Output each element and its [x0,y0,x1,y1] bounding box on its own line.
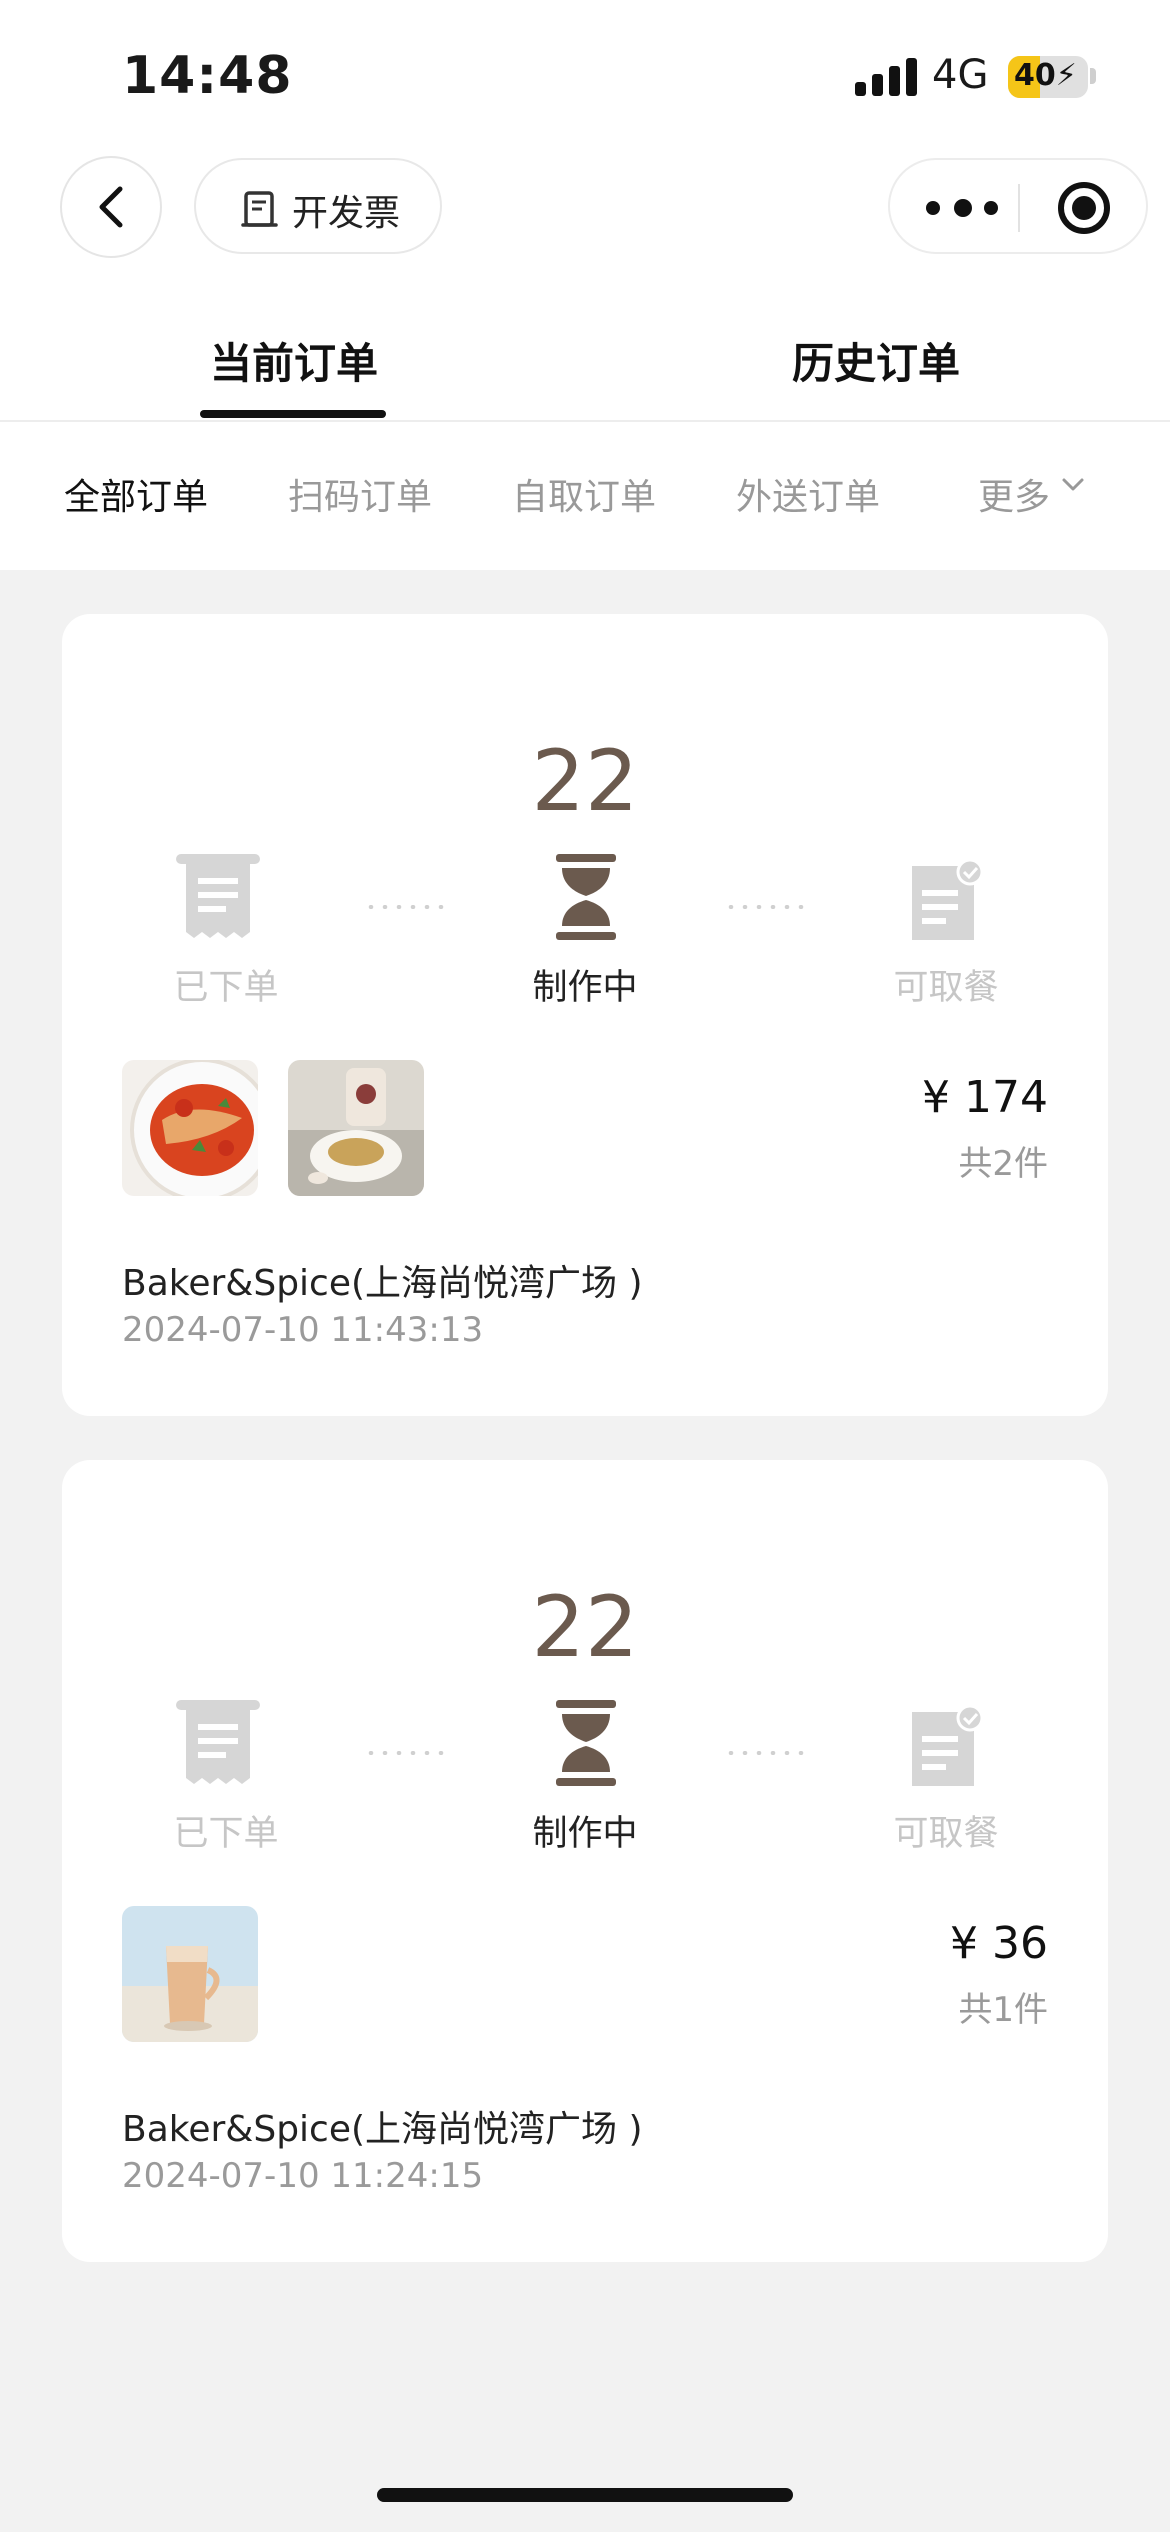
close-target-icon[interactable] [1058,182,1110,234]
progress-dots [364,905,446,909]
order-card[interactable]: 22 已下单 制作中 可取餐 ¥ 174 共2件 Baker&Spice(上海尚… [62,614,1108,1416]
filter-pickup-orders[interactable]: 自取订单 [512,468,656,520]
tab-divider [0,420,1170,422]
iced-latte-image [122,1906,258,2042]
order-time: 2024-07-10 11:43:13 [122,1310,484,1350]
more-dots-icon[interactable] [926,186,1022,230]
invoice-icon [241,191,278,227]
progress-dots [364,1751,446,1755]
order-number: 22 [531,732,639,830]
ready-document-icon [912,1706,984,1786]
filter-more[interactable]: 更多 [978,468,1050,520]
order-price: ¥ 174 [922,1072,1048,1123]
pasta-dish-image [122,1060,258,1196]
step-ready: 可取餐 [893,968,999,1008]
item-count: 共1件 [958,1990,1048,2030]
step-preparing: 制作中 [532,968,638,1008]
step-ordered: 已下单 [173,1814,279,1854]
store-name: Baker&Spice(上海尚悦湾广场 ) [122,1263,643,1304]
filter-delivery-orders[interactable]: 外送订单 [736,468,880,520]
receipt-icon [176,1700,260,1784]
battery-icon: 40⚡ [1008,56,1088,98]
invoice-button[interactable]: 开发票 [194,158,442,254]
step-ready: 可取餐 [893,1814,999,1854]
step-ordered: 已下单 [173,968,279,1008]
order-number: 22 [531,1578,639,1676]
tab-current-orders[interactable]: 当前订单 [210,330,378,391]
status-time: 14:48 [122,46,293,106]
network-type: 4G [932,52,989,98]
drink-and-plate-image [288,1060,424,1196]
item-count: 共2件 [958,1144,1048,1184]
battery-nub [1090,68,1096,84]
progress-dots [724,1751,806,1755]
filter-all-orders[interactable]: 全部订单 [64,468,208,520]
tab-history-orders[interactable]: 历史订单 [792,330,960,391]
chevron-down-icon [1062,478,1084,491]
progress-dots [724,905,806,909]
signal-icon [855,58,917,96]
home-indicator[interactable] [377,2488,793,2502]
order-price: ¥ 36 [950,1918,1048,1969]
invoice-label: 开发票 [292,193,401,234]
capsule-divider [1018,184,1020,232]
order-card[interactable]: 22 已下单 制作中 可取餐 ¥ 36 共1件 Baker&Spice(上海尚悦… [62,1460,1108,2262]
tab-active-indicator [200,410,386,418]
receipt-icon [176,854,260,938]
filter-scan-orders[interactable]: 扫码订单 [288,468,432,520]
hourglass-icon [556,1700,616,1786]
back-arrow-icon [99,186,123,228]
battery-level: 40⚡ [1014,58,1077,93]
store-name: Baker&Spice(上海尚悦湾广场 ) [122,2109,643,2150]
hourglass-icon [556,854,616,940]
order-time: 2024-07-10 11:24:15 [122,2156,484,2196]
step-preparing: 制作中 [532,1814,638,1854]
mini-program-capsule [888,158,1148,254]
ready-document-icon [912,860,984,940]
back-button[interactable] [60,156,162,258]
header-panel: 14:48 4G 40⚡ 开发票 当前订单 历史订单 全部订单 扫码订单 自取订… [0,0,1170,570]
